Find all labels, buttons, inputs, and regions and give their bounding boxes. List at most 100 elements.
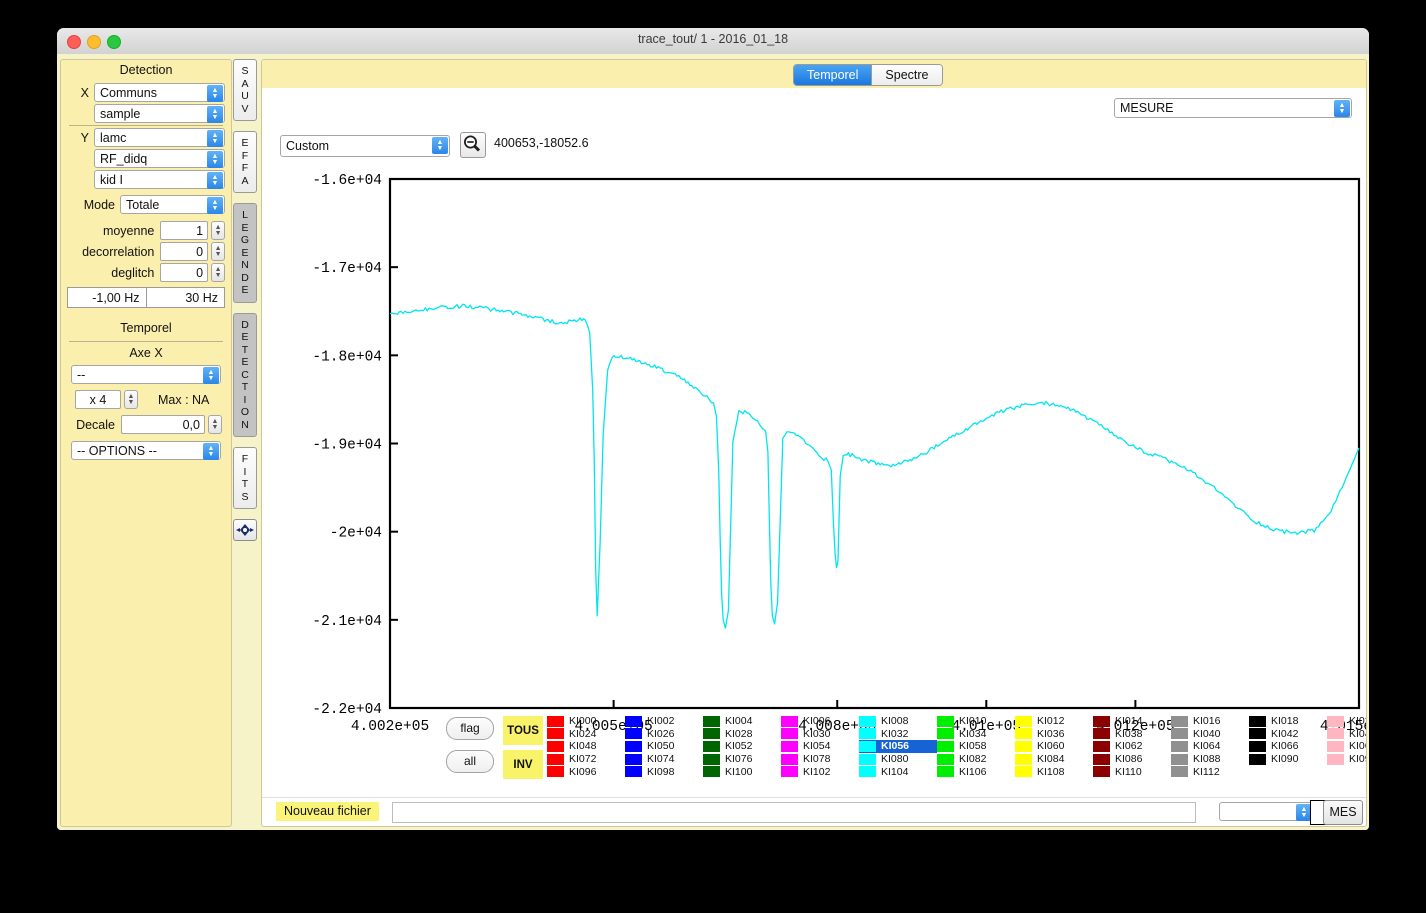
legend-color-swatch[interactable] bbox=[1093, 740, 1110, 752]
legend-color-swatch[interactable] bbox=[859, 715, 876, 727]
new-file-label[interactable]: Nouveau fichier bbox=[276, 802, 379, 821]
legend-item[interactable]: KI004 bbox=[703, 715, 781, 728]
legend-color-swatch[interactable] bbox=[1015, 766, 1032, 778]
tous-button[interactable]: TOUS bbox=[503, 716, 543, 745]
legend-color-swatch[interactable] bbox=[1093, 728, 1110, 740]
legend-item[interactable]: KI088 bbox=[1171, 753, 1249, 766]
legend-color-swatch[interactable] bbox=[937, 740, 954, 752]
vtab-sauv[interactable]: SAUV bbox=[233, 59, 257, 121]
legend-color-swatch[interactable] bbox=[781, 766, 798, 778]
legend-item[interactable]: KI066 bbox=[1249, 740, 1327, 753]
legend-item[interactable]: KI050 bbox=[625, 740, 703, 753]
y-kid-select[interactable]: kid I ▲ ▼ bbox=[94, 170, 225, 189]
legend-color-swatch[interactable] bbox=[703, 715, 720, 727]
legend-item[interactable]: KI108 bbox=[1015, 765, 1093, 778]
legend-item[interactable]: KI008 bbox=[859, 715, 937, 728]
legend-color-swatch[interactable] bbox=[1249, 753, 1266, 765]
legend-color-swatch[interactable] bbox=[703, 740, 720, 752]
x-field-select[interactable]: sample ▲ ▼ bbox=[94, 104, 225, 123]
legend-item[interactable]: KI014 bbox=[1093, 715, 1171, 728]
legend-item[interactable]: KI112 bbox=[1171, 765, 1249, 778]
legend-item[interactable]: KI086 bbox=[1093, 753, 1171, 766]
legend-item[interactable]: KI068 bbox=[1327, 740, 1366, 753]
legend-color-swatch[interactable] bbox=[1093, 753, 1110, 765]
mes-button[interactable]: MES bbox=[1323, 800, 1363, 825]
legend-item[interactable]: KI040 bbox=[1171, 728, 1249, 741]
legend-color-swatch[interactable] bbox=[1171, 753, 1188, 765]
legend-color-swatch[interactable] bbox=[1015, 728, 1032, 740]
legend-item[interactable]: KI042 bbox=[1249, 728, 1327, 741]
all-button[interactable]: all bbox=[446, 750, 494, 773]
vtab-detection[interactable]: DETECTION bbox=[233, 312, 257, 437]
legend-item[interactable]: KI054 bbox=[781, 740, 859, 753]
decorrelation-input[interactable]: 0 bbox=[160, 242, 209, 261]
legend-item[interactable]: KI098 bbox=[625, 765, 703, 778]
y-source-select[interactable]: lamc ▲ ▼ bbox=[94, 128, 225, 147]
legend-color-swatch[interactable] bbox=[781, 728, 798, 740]
legend-item[interactable]: KI074 bbox=[625, 753, 703, 766]
legend-color-swatch[interactable] bbox=[1015, 753, 1032, 765]
legend-color-swatch[interactable] bbox=[547, 728, 564, 740]
legend-color-swatch[interactable] bbox=[547, 753, 564, 765]
legend-color-swatch[interactable] bbox=[547, 766, 564, 778]
legend-item[interactable]: KI058 bbox=[937, 740, 1015, 753]
legend-color-swatch[interactable] bbox=[625, 753, 642, 765]
moyenne-input[interactable]: 1 bbox=[160, 221, 209, 240]
legend-item[interactable]: KI056 bbox=[859, 740, 937, 753]
decorrelation-stepper[interactable]: ▲ ▼ bbox=[211, 242, 225, 261]
legend-item[interactable]: KI044 bbox=[1327, 728, 1366, 741]
compass-icon[interactable] bbox=[233, 519, 257, 541]
legend-color-swatch[interactable] bbox=[703, 753, 720, 765]
legend-color-swatch[interactable] bbox=[625, 715, 642, 727]
legend-color-swatch[interactable] bbox=[1171, 728, 1188, 740]
legend-color-swatch[interactable] bbox=[781, 715, 798, 727]
legend-item[interactable]: KI104 bbox=[859, 765, 937, 778]
legend-item[interactable]: KI034 bbox=[937, 728, 1015, 741]
legend-item[interactable]: KI082 bbox=[937, 753, 1015, 766]
decale-input[interactable]: 0,0 bbox=[121, 415, 205, 434]
legend-item[interactable]: KI012 bbox=[1015, 715, 1093, 728]
legend-color-swatch[interactable] bbox=[703, 728, 720, 740]
flag-button[interactable]: flag bbox=[446, 717, 494, 740]
legend-item[interactable]: KI018 bbox=[1249, 715, 1327, 728]
legend-item[interactable]: KI060 bbox=[1015, 740, 1093, 753]
vtab-effa[interactable]: EFFA bbox=[233, 131, 257, 193]
legend-item[interactable]: KI010 bbox=[937, 715, 1015, 728]
legend-item[interactable]: KI002 bbox=[625, 715, 703, 728]
legend-color-swatch[interactable] bbox=[1015, 740, 1032, 752]
legend-item[interactable]: KI106 bbox=[937, 765, 1015, 778]
legend-item[interactable]: KI006 bbox=[781, 715, 859, 728]
legend-item[interactable]: KI076 bbox=[703, 753, 781, 766]
legend-color-swatch[interactable] bbox=[1015, 715, 1032, 727]
legend-color-swatch[interactable] bbox=[781, 740, 798, 752]
legend-color-swatch[interactable] bbox=[937, 766, 954, 778]
vtab-legende[interactable]: LEGENDE bbox=[233, 203, 257, 303]
legend-item[interactable]: KI064 bbox=[1171, 740, 1249, 753]
multiplier-input[interactable]: x 4 bbox=[75, 390, 121, 409]
mode-select[interactable]: Totale ▲ ▼ bbox=[120, 195, 225, 214]
legend-color-swatch[interactable] bbox=[1249, 728, 1266, 740]
legend-item[interactable]: KI038 bbox=[1093, 728, 1171, 741]
legend-item[interactable]: KI016 bbox=[1171, 715, 1249, 728]
legend-item[interactable]: KI048 bbox=[547, 740, 625, 753]
status-input[interactable] bbox=[392, 802, 1196, 823]
legend-item[interactable]: KI036 bbox=[1015, 728, 1093, 741]
legend-color-swatch[interactable] bbox=[703, 766, 720, 778]
options-select[interactable]: -- OPTIONS -- ▲ ▼ bbox=[71, 441, 221, 460]
legend-color-swatch[interactable] bbox=[859, 766, 876, 778]
legend-item[interactable]: KI072 bbox=[547, 753, 625, 766]
inv-button[interactable]: INV bbox=[503, 750, 543, 779]
legend-item[interactable]: KI028 bbox=[703, 728, 781, 741]
legend-item[interactable]: KI110 bbox=[1093, 765, 1171, 778]
tab-spectre[interactable]: Spectre bbox=[871, 65, 942, 85]
legend-color-swatch[interactable] bbox=[1171, 715, 1188, 727]
legend-item[interactable]: KI000 bbox=[547, 715, 625, 728]
legend-item[interactable]: KI030 bbox=[781, 728, 859, 741]
multiplier-stepper[interactable]: ▲ ▼ bbox=[124, 390, 138, 409]
legend-color-swatch[interactable] bbox=[1327, 740, 1344, 752]
freq-low-input[interactable]: -1,00 Hz bbox=[67, 287, 146, 308]
legend-item[interactable]: KI062 bbox=[1093, 740, 1171, 753]
legend-color-swatch[interactable] bbox=[547, 740, 564, 752]
legend-color-swatch[interactable] bbox=[547, 715, 564, 727]
legend-color-swatch[interactable] bbox=[937, 715, 954, 727]
